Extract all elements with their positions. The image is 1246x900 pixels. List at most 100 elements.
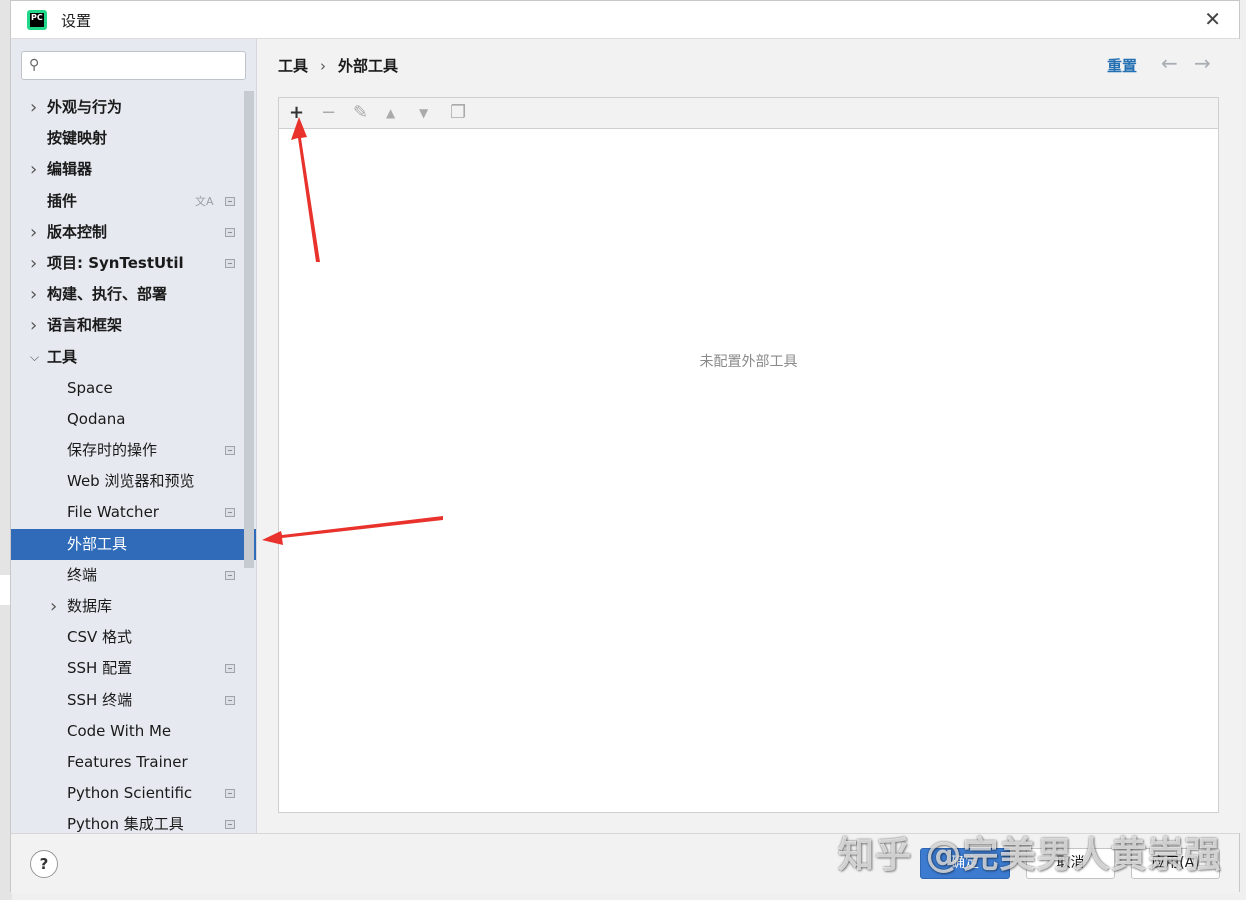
ok-button[interactable]: 确定 — [920, 848, 1010, 879]
sidebar-item[interactable]: 插件 文A — [11, 186, 256, 217]
apply-button[interactable]: 应用(A) — [1131, 848, 1220, 879]
chevron-right-icon[interactable]: › — [30, 310, 37, 341]
sidebar-item-label: 版本控制 — [47, 222, 108, 241]
external-tools-panel: + − ✎ ▲ ▼ ❐ 未配置外部工具 — [278, 97, 1219, 813]
reset-link[interactable]: 重置 — [1107, 55, 1137, 76]
arrow-right-icon[interactable]: → — [1194, 51, 1211, 75]
help-button[interactable]: ? — [30, 850, 58, 878]
sidebar-item-label: Web 浏览器和预览 — [67, 472, 195, 491]
breadcrumb-item-tools[interactable]: 工具 — [278, 57, 308, 75]
sidebar-item[interactable]: Space — [11, 373, 256, 404]
sidebar-item-label: 保存时的操作 — [67, 441, 158, 460]
chevron-down-icon[interactable]: ⌵ — [30, 342, 39, 373]
sidebar-item[interactable]: › 编辑器 — [11, 154, 256, 185]
sidebar-item-label: 语言和框架 — [47, 316, 123, 335]
sidebar-item[interactable]: › 数据库 — [11, 591, 256, 622]
title-bar: PC 设置 ✕ — [11, 1, 1239, 39]
settings-main: 工具 › 外部工具 重置 ← → + − ✎ ▲ ▼ ❐ 未配置外部工具 — [257, 39, 1241, 833]
project-level-icon — [225, 446, 235, 456]
sidebar-item-label: 数据库 — [67, 597, 113, 615]
cancel-button[interactable]: 取消 — [1026, 848, 1115, 879]
search-input[interactable] — [54, 55, 239, 77]
search-box[interactable]: ⚲ — [21, 51, 246, 80]
close-icon[interactable]: ✕ — [1204, 8, 1221, 30]
dialog-footer: ? 确定 取消 应用(A) — [11, 833, 1239, 893]
add-icon[interactable]: + — [289, 101, 304, 125]
sidebar-item[interactable]: CSV 格式 — [11, 622, 256, 653]
sidebar-item-label: 外部工具 — [67, 534, 128, 553]
chevron-right-icon[interactable]: › — [30, 92, 37, 123]
sidebar-item[interactable]: › 外观与行为 — [11, 92, 256, 123]
sidebar-item[interactable]: Python 集成工具 — [11, 809, 256, 833]
sidebar-item[interactable]: 终端 — [11, 560, 256, 591]
translate-icon: 文A — [195, 194, 214, 208]
pycharm-app-icon: PC — [27, 10, 47, 30]
sidebar-item[interactable]: ⌵ 工具 — [11, 342, 256, 373]
chevron-right-icon[interactable]: › — [30, 217, 37, 248]
window-title: 设置 — [61, 12, 92, 30]
edit-icon[interactable]: ✎ — [353, 101, 368, 125]
project-level-icon — [225, 570, 235, 580]
project-level-icon — [225, 196, 235, 206]
sidebar-item[interactable]: › 语言和框架 — [11, 310, 256, 341]
sidebar-item-label: Code With Me — [67, 721, 172, 740]
sidebar-item[interactable]: › 项目: SynTestUtil — [11, 248, 256, 279]
sidebar-item-label: Features Trainer — [67, 752, 188, 771]
project-level-icon — [225, 820, 235, 830]
sidebar-item[interactable]: 外部工具 — [11, 528, 256, 560]
sidebar-item-label: 编辑器 — [47, 160, 93, 179]
sidebar-scrollbar[interactable] — [244, 91, 254, 568]
sidebar-item[interactable]: Qodana — [11, 404, 256, 435]
sidebar-item[interactable]: SSH 终端 — [11, 685, 256, 716]
settings-dialog: PC 设置 ✕ ⚲ › 外观与行为按键映射 › 编辑器插件 文A › 版本控制 › 项目: Sy… — [10, 0, 1241, 893]
sidebar-item-label: 外观与行为 — [47, 98, 123, 116]
sidebar-item-label: 终端 — [67, 565, 98, 584]
remove-icon[interactable]: − — [321, 101, 336, 125]
sidebar-item-label: SSH 配置 — [67, 659, 133, 678]
copy-icon[interactable]: ❐ — [450, 101, 466, 125]
external-tools-toolbar: + − ✎ ▲ ▼ ❐ — [279, 98, 1218, 129]
sidebar-item-label: CSV 格式 — [67, 628, 133, 647]
sidebar-item-label: Qodana — [67, 409, 126, 428]
sidebar-item[interactable]: File Watcher — [11, 497, 256, 528]
move-up-icon[interactable]: ▲ — [386, 101, 395, 125]
chevron-right-icon[interactable]: › — [50, 591, 57, 622]
project-level-icon — [225, 508, 235, 518]
empty-state-text: 未配置外部工具 — [699, 354, 798, 370]
sidebar-item[interactable]: Features Trainer — [11, 747, 256, 778]
sidebar-item-label: Python 集成工具 — [67, 815, 184, 833]
sidebar-item-label: File Watcher — [67, 503, 159, 522]
move-down-icon[interactable]: ▼ — [419, 101, 428, 125]
project-level-icon — [225, 695, 235, 705]
sidebar-item-label: 插件 — [47, 191, 78, 210]
sidebar-item[interactable]: Code With Me — [11, 716, 256, 747]
breadcrumb-separator: › — [320, 57, 327, 75]
sidebar-item[interactable]: › 版本控制 — [11, 217, 256, 248]
sidebar-item-label: Python Scientific — [67, 784, 193, 803]
sidebar-item-label: 构建、执行、部署 — [47, 285, 168, 304]
sidebar-item[interactable]: Web 浏览器和预览 — [11, 466, 256, 497]
arrow-left-icon[interactable]: ← — [1161, 51, 1178, 75]
chevron-right-icon[interactable]: › — [30, 248, 37, 279]
sidebar-item-label: 按键映射 — [47, 129, 108, 148]
settings-sidebar: ⚲ › 外观与行为按键映射 › 编辑器插件 文A › 版本控制 › 项目: SynTestUti… — [11, 39, 257, 833]
sidebar-item[interactable]: 保存时的操作 — [11, 435, 256, 466]
project-level-icon — [225, 258, 235, 268]
sidebar-item[interactable]: 按键映射 — [11, 123, 256, 154]
settings-tree: › 外观与行为 按键映射 › 编辑器 插件 文A › 版本控制 › 项目: SynTestUtil ›… — [11, 92, 256, 833]
sidebar-item-label: 项目: SynTestUtil — [47, 253, 184, 272]
project-level-icon — [225, 789, 235, 799]
breadcrumb: 工具 › 外部工具 — [278, 55, 398, 76]
chevron-right-icon[interactable]: › — [30, 279, 37, 310]
project-level-icon — [225, 227, 235, 237]
sidebar-item-label: Space — [67, 378, 113, 397]
sidebar-item[interactable]: › 构建、执行、部署 — [11, 279, 256, 310]
breadcrumb-item-external-tools: 外部工具 — [338, 57, 399, 75]
sidebar-item[interactable]: Python Scientific — [11, 778, 256, 809]
search-icon: ⚲ — [29, 57, 40, 73]
sidebar-item-label: 工具 — [47, 347, 78, 366]
sidebar-item[interactable]: SSH 配置 — [11, 653, 256, 684]
sidebar-item-label: SSH 终端 — [67, 690, 133, 709]
project-level-icon — [225, 664, 235, 674]
chevron-right-icon[interactable]: › — [30, 154, 37, 185]
